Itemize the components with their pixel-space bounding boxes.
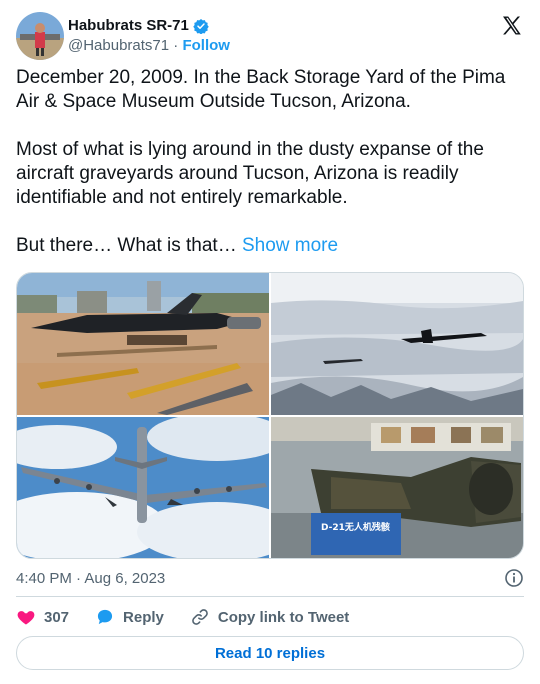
follow-link[interactable]: Follow (182, 37, 230, 54)
tweet-text: December 20, 2009. In the Back Storage Y… (16, 66, 524, 258)
author-block: Habubrats SR-71 @Habubrats71 · Follow (68, 16, 230, 56)
heart-icon (17, 611, 35, 625)
reply-button[interactable]: Reply (95, 607, 164, 627)
tweet-paragraph: Most of what is lying around in the dust… (16, 139, 484, 208)
timestamp[interactable]: 4:40 PM · Aug 6, 2023 (16, 570, 165, 587)
copy-link-button[interactable]: Copy link to Tweet (190, 607, 349, 627)
copy-link-label: Copy link to Tweet (217, 608, 350, 626)
reply-bubble-icon (97, 609, 113, 625)
tweet-header: Habubrats SR-71 @Habubrats71 · Follow (16, 12, 524, 60)
handle-separator: · (173, 37, 179, 54)
tweet-card: Habubrats SR-71 @Habubrats71 · Follow De… (0, 0, 540, 684)
tweet-paragraph-last: But there… What is that… Show more (16, 234, 524, 258)
like-count: 307 (44, 608, 70, 626)
link-icon (192, 609, 208, 625)
author-handle[interactable]: @Habubrats71 (68, 37, 169, 54)
photo-sr71-storage-yard[interactable] (17, 273, 269, 415)
like-button[interactable]: 307 (16, 607, 69, 627)
action-bar: 307 Reply Copy link to Tweet (16, 606, 375, 628)
read-replies-label: Read 10 replies (214, 644, 326, 662)
reply-label: Reply (123, 608, 164, 626)
avatar[interactable] (16, 12, 64, 60)
photo-d21-wreckage-exhibit[interactable]: D-21无人机残骸 (271, 417, 523, 558)
show-more-link[interactable]: Show more (242, 235, 338, 256)
tweet-paragraph: December 20, 2009. In the Back Storage Y… (16, 67, 506, 112)
read-replies-button[interactable]: Read 10 replies (16, 636, 524, 670)
tweet-meta: 4:40 PM · Aug 6, 2023 (16, 568, 524, 588)
exhibit-sign-title: D-21无人机残骸 (321, 523, 390, 533)
info-icon[interactable] (504, 568, 524, 588)
photo-b52-in-flight[interactable] (17, 417, 269, 558)
photo-aerial-aircraft[interactable] (271, 273, 523, 415)
divider (16, 596, 524, 597)
media-grid: D-21无人机残骸 (16, 272, 524, 559)
author-name[interactable]: Habubrats SR-71 (68, 16, 189, 36)
verified-badge-icon (193, 18, 209, 35)
tweet-paragraph: But there… What is that… (16, 235, 237, 256)
x-logo-icon[interactable] (500, 14, 524, 38)
